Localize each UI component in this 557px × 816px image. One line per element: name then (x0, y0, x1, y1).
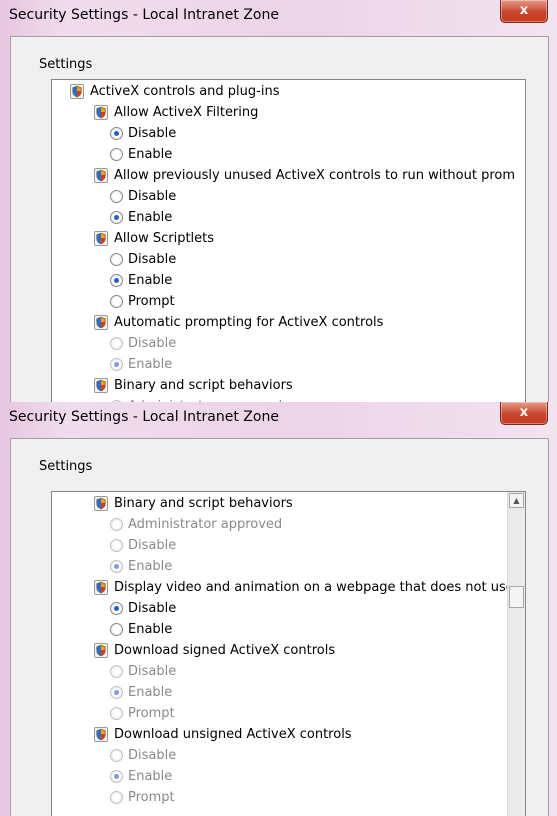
radio-option-label: Enable (128, 559, 173, 574)
radio-button-selected[interactable] (110, 127, 123, 140)
setting-label: Download unsigned ActiveX controls (114, 727, 352, 742)
setting-label: Display video and animation on a webpage… (114, 580, 514, 595)
setting-label: Allow Scriptlets (114, 231, 215, 246)
radio-button[interactable] (110, 623, 123, 636)
setting-icon (94, 231, 108, 246)
radio-button-selected[interactable] (110, 602, 123, 615)
setting-label: ActiveX controls and plug-ins (90, 84, 280, 99)
radio-option-label: Enable (128, 357, 173, 372)
title-bar[interactable]: Security Settings - Local Intranet Zone … (0, 0, 557, 36)
radio-option-label: Enable (128, 622, 173, 637)
settings-category-icon (70, 84, 84, 99)
radio-option-label: Enable (128, 685, 173, 700)
setting-label: Automatic prompting for ActiveX controls (114, 315, 384, 330)
settings-list[interactable]: Binary and script behaviors Administrator… (51, 491, 526, 816)
radio-option-label: Disable (128, 126, 177, 141)
radio-button[interactable] (110, 253, 123, 266)
radio-option-label: Enable (128, 769, 173, 784)
setting-icon (94, 315, 108, 330)
radio-option-label: Prompt (128, 790, 175, 805)
title-bar[interactable]: Security Settings - Local Intranet Zone … (0, 402, 557, 438)
radio-button-selected (110, 770, 123, 783)
radio-option-label: Disable (128, 748, 177, 763)
radio-button (110, 791, 123, 804)
setting-label: Binary and script behaviors (114, 378, 293, 393)
setting-icon (94, 168, 108, 183)
radio-button[interactable] (110, 190, 123, 203)
setting-label: Allow ActiveX Filtering (114, 105, 259, 120)
radio-option-label: Disable (128, 252, 177, 267)
setting-icon (94, 378, 108, 393)
radio-option-label: Prompt (128, 706, 175, 721)
radio-button-selected (110, 686, 123, 699)
setting-label: Binary and script behaviors (114, 496, 293, 511)
radio-option-label: Enable (128, 147, 173, 162)
window-title: Security Settings - Local Intranet Zone (9, 409, 279, 425)
radio-button[interactable] (110, 148, 123, 161)
close-button[interactable]: x (500, 0, 548, 23)
radio-option-label: Enable (128, 210, 173, 225)
radio-option-label: Enable (128, 273, 173, 288)
radio-button-selected[interactable] (110, 211, 123, 224)
dialog-body: Settings ActiveX controls and plug-ins Al… (10, 36, 549, 402)
radio-button-selected (110, 560, 123, 573)
setting-icon (94, 105, 108, 120)
setting-icon (94, 643, 108, 658)
radio-button (110, 665, 123, 678)
radio-option-label: Disable (128, 664, 177, 679)
radio-button (110, 749, 123, 762)
window-title: Security Settings - Local Intranet Zone (9, 7, 279, 23)
radio-option-label: Disable (128, 336, 177, 351)
setting-icon (94, 580, 108, 595)
radio-option-label: Disable (128, 538, 177, 553)
radio-button (110, 337, 123, 350)
radio-option-label: Prompt (128, 294, 175, 309)
security-settings-window-top: Security Settings - Local Intranet Zone … (0, 0, 557, 402)
radio-option-label: Disable (128, 189, 177, 204)
setting-label: Allow previously unused ActiveX controls… (114, 168, 516, 183)
scrollbar-thumb[interactable] (509, 586, 524, 608)
setting-icon (94, 727, 108, 742)
radio-button (110, 707, 123, 720)
settings-group-label: Settings (39, 459, 93, 474)
radio-button (110, 518, 123, 531)
radio-button-selected[interactable] (110, 274, 123, 287)
settings-group-label: Settings (39, 57, 93, 72)
radio-option-label: Administrator approved (128, 517, 283, 532)
close-button[interactable]: x (500, 402, 548, 425)
radio-option-label: Disable (128, 601, 177, 616)
settings-list[interactable]: ActiveX controls and plug-ins Allow Activ… (51, 79, 526, 402)
security-settings-window-bottom: Security Settings - Local Intranet Zone … (0, 402, 557, 816)
radio-button-selected (110, 358, 123, 371)
radio-button[interactable] (110, 295, 123, 308)
dialog-body: Settings Binary and script behaviors Admi… (10, 438, 549, 816)
radio-button (110, 539, 123, 552)
scroll-up-arrow-icon[interactable]: ▲ (509, 493, 524, 508)
setting-icon (94, 496, 108, 511)
vertical-scrollbar[interactable]: ▲ ▼ (507, 492, 525, 816)
setting-label: Download signed ActiveX controls (114, 643, 336, 658)
